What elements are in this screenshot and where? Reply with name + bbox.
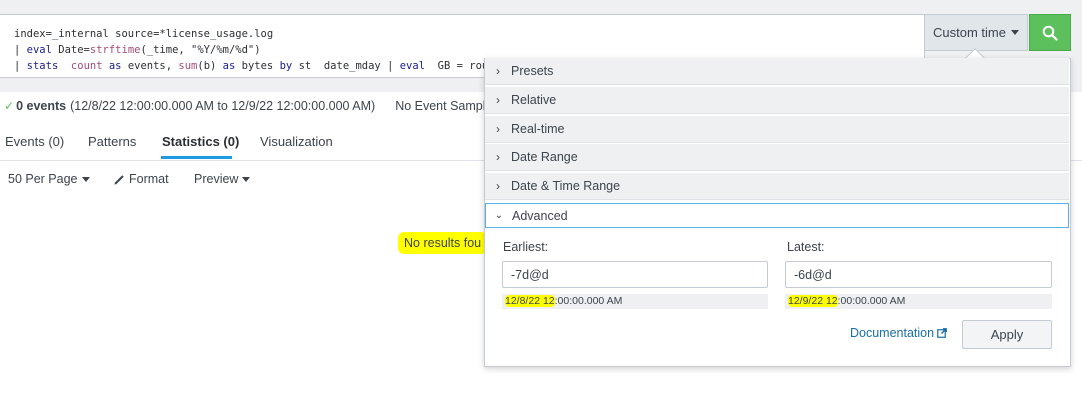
chevron-right-icon: ›	[496, 64, 500, 78]
accordion-label: Presets	[511, 64, 554, 78]
accordion-date-range[interactable]: › Date Range	[485, 144, 1069, 171]
search-icon	[1042, 25, 1058, 41]
earliest-label: Earliest:	[503, 240, 549, 254]
time-picker-button[interactable]: Custom time	[925, 14, 1028, 51]
time-range-text: (12/8/22 12:00:00.000 AM to 12/9/22 12:0…	[70, 99, 376, 113]
search-button[interactable]	[1029, 14, 1071, 51]
accordion-advanced[interactable]: ⌄ Advanced	[485, 203, 1069, 228]
chevron-right-icon: ›	[496, 122, 500, 136]
accordion-label: Advanced	[512, 208, 568, 223]
caret-down-icon	[242, 176, 251, 182]
external-link-icon	[937, 328, 947, 338]
chevron-right-icon: ›	[496, 179, 500, 193]
time-picker-label: Custom time	[933, 25, 1006, 40]
latest-label: Latest:	[787, 240, 825, 254]
format-button[interactable]: Format	[114, 172, 169, 186]
accordion-label: Real-time	[511, 122, 565, 136]
tab-events[interactable]: Events (0)	[5, 134, 64, 149]
event-count: 0 events	[16, 99, 67, 113]
chevron-down-icon: ⌄	[494, 210, 504, 221]
documentation-link[interactable]: Documentation	[850, 326, 947, 340]
accordion-label: Relative	[511, 93, 557, 107]
earliest-input[interactable]	[502, 261, 768, 288]
accordion-real-time[interactable]: › Real-time	[485, 116, 1069, 143]
pencil-icon	[114, 174, 124, 184]
tab-statistics[interactable]: Statistics (0)	[162, 134, 239, 149]
accordion-date-time-range[interactable]: › Date & Time Range	[485, 173, 1069, 200]
per-page-dropdown[interactable]: 50 Per Page	[8, 172, 90, 186]
apply-button[interactable]: Apply	[962, 320, 1052, 349]
latest-time-preview: 12/9/22 12:00:00.000 AM	[785, 294, 1052, 309]
search-query-text[interactable]: index=_internal source=*license_usage.lo…	[14, 26, 488, 74]
accordion-presets[interactable]: › Presets	[485, 58, 1069, 85]
documentation-label: Documentation	[850, 326, 935, 340]
checkmark-icon: ✓	[4, 99, 15, 113]
tab-visualization[interactable]: Visualization	[260, 134, 333, 149]
active-tab-indicator	[161, 156, 232, 159]
chevron-right-icon: ›	[496, 150, 500, 164]
accordion-relative[interactable]: › Relative	[485, 87, 1069, 114]
preview-label: Preview	[194, 172, 239, 186]
format-label: Format	[129, 172, 169, 186]
caret-down-icon	[1010, 30, 1019, 35]
accordion-label: Date Range	[511, 150, 578, 164]
chevron-right-icon: ›	[496, 93, 500, 107]
per-page-label: 50 Per Page	[8, 172, 78, 186]
accordion-label: Date & Time Range	[511, 179, 621, 193]
tab-patterns[interactable]: Patterns	[88, 134, 136, 149]
earliest-time-preview: 12/8/22 12:00:00.000 AM	[502, 294, 768, 309]
event-sampling-dropdown[interactable]: No Event Sampli	[395, 99, 488, 113]
caret-down-icon	[81, 176, 90, 182]
latest-input[interactable]	[785, 261, 1052, 288]
search-status: ✓ 0 events (12/8/22 12:00:00.000 AM to 1…	[4, 97, 488, 115]
preview-dropdown[interactable]: Preview	[194, 172, 251, 186]
no-results-message: No results fou	[398, 232, 488, 254]
